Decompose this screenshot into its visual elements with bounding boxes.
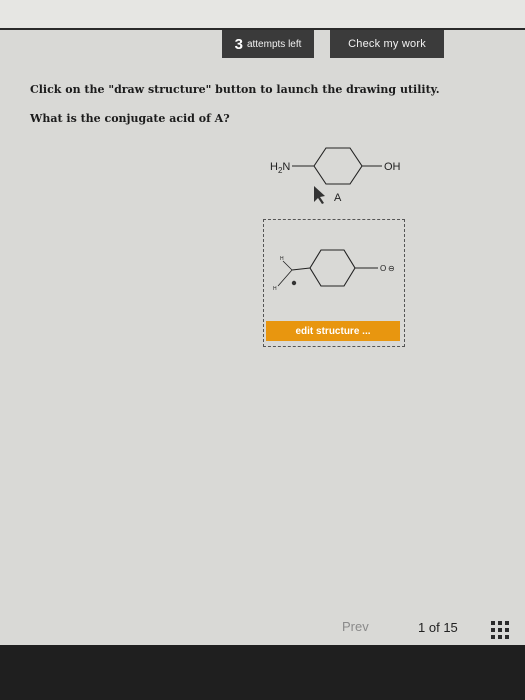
molecule-a-structure: H2N OH A — [270, 147, 401, 204]
charge-dot — [291, 280, 297, 286]
cursor-arrow-icon — [314, 186, 325, 204]
attempts-label: attempts left — [246, 38, 302, 50]
attempts-number: 3 — [234, 35, 243, 53]
molecule-label: A — [334, 192, 342, 204]
drawn-ring — [309, 249, 356, 287]
drawn-oxygen-label: O — [380, 264, 386, 273]
top-bar — [0, 0, 525, 30]
negative-charge-icon: ⊖ — [388, 264, 395, 273]
bottom-bar — [0, 645, 525, 700]
drawn-structure: H H O ⊖ — [273, 249, 395, 292]
current-page: 1 — [418, 620, 426, 635]
edit-structure-button[interactable]: edit structure ... — [266, 321, 400, 341]
attempts-left-badge: 3 attempts left — [222, 30, 314, 58]
instruction-text: Click on the "draw structure" button to … — [30, 83, 440, 96]
amine-group-label: H2N — [270, 161, 290, 175]
question-text: What is the conjugate acid of A? — [30, 112, 230, 125]
hydroxyl-group-label: OH — [384, 161, 401, 173]
check-my-work-button[interactable]: Check my work — [330, 30, 444, 58]
page-counter: 1 of 15 — [418, 620, 458, 635]
prev-button[interactable]: Prev — [342, 619, 369, 634]
of-label: of — [428, 620, 440, 635]
cyclohexane-ring — [313, 147, 363, 185]
hydrogen-bottom-label: H — [273, 286, 277, 292]
grid-icon[interactable] — [491, 621, 509, 639]
total-pages: 15 — [443, 620, 458, 635]
